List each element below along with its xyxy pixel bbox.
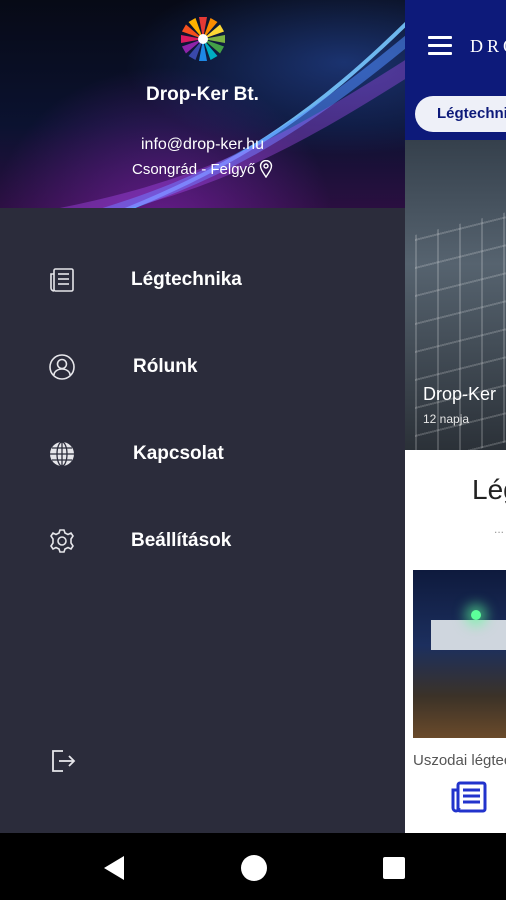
- menu-item-beallitasok[interactable]: Beállítások: [0, 511, 405, 571]
- section-title: Légtechnika: [472, 474, 506, 505]
- location: Csongrád - Felgyő: [132, 160, 273, 178]
- drawer-header: Drop-Ker Bt. info@drop-ker.hu Csongrád -…: [0, 0, 405, 208]
- back-icon[interactable]: [102, 855, 126, 881]
- hero-title: Drop-Ker: [423, 384, 497, 404]
- newspaper-icon: [50, 268, 74, 292]
- brand-title: DROP: [470, 36, 506, 56]
- person-icon: [49, 354, 75, 380]
- menu-label-rolunk: Rólunk: [133, 356, 198, 377]
- newspaper-icon: [451, 781, 487, 813]
- navigation-drawer: Drop-Ker Bt. info@drop-ker.hu Csongrád -…: [0, 0, 405, 833]
- menu-label-legtechnika: Légtechnika: [131, 269, 242, 290]
- globe-icon: [50, 441, 74, 467]
- home-icon[interactable]: [241, 855, 267, 881]
- menu-item-kapcsolat[interactable]: Kapcsolat: [0, 424, 405, 484]
- section-divider: ...: [494, 522, 505, 536]
- company-name: Drop-Ker Bt.: [146, 84, 259, 105]
- location-text: Csongrád - Felgyő: [132, 160, 256, 178]
- card-image[interactable]: [413, 570, 506, 738]
- email-link[interactable]: info@drop-ker.hu: [0, 136, 405, 154]
- logo-icon: [181, 17, 225, 61]
- recent-apps-icon[interactable]: [383, 857, 405, 879]
- menu-label-beallitasok: Beállítások: [131, 530, 232, 551]
- tab-legtechnika[interactable]: Légtechnika: [415, 96, 506, 132]
- menu-item-legtechnika[interactable]: Légtechnika: [0, 250, 405, 310]
- hero-subtitle: 12 napja: [423, 412, 470, 426]
- menu-item-rolunk[interactable]: Rólunk: [0, 337, 405, 397]
- menu-label-kapcsolat: Kapcsolat: [133, 443, 224, 464]
- gear-icon: [50, 529, 74, 553]
- card-caption: Uszodai légtechnika: [413, 752, 506, 769]
- map-pin-icon: [260, 160, 273, 178]
- hamburger-menu-icon[interactable]: [428, 36, 452, 56]
- logout-icon[interactable]: [49, 748, 77, 774]
